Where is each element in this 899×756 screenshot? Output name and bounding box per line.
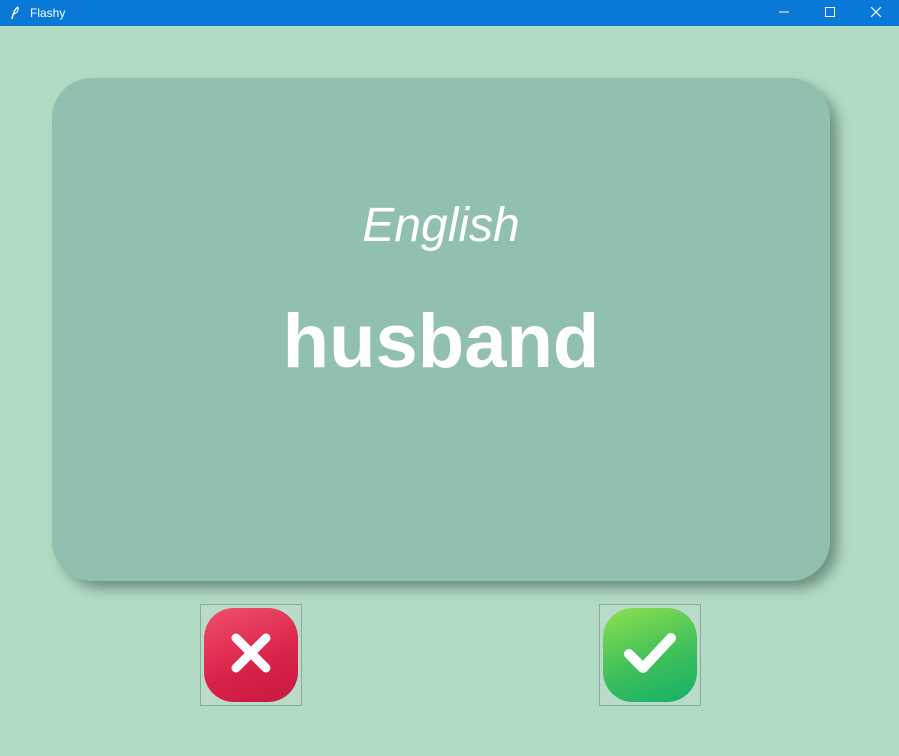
maximize-icon — [825, 4, 835, 22]
close-button[interactable] — [853, 0, 899, 26]
maximize-button[interactable] — [807, 0, 853, 26]
right-button-face — [603, 608, 697, 702]
close-icon — [870, 4, 882, 22]
checkmark-icon — [621, 628, 679, 683]
title-bar[interactable]: Flashy — [0, 0, 899, 26]
flashcard: English husband — [52, 78, 830, 581]
right-button[interactable] — [599, 604, 701, 706]
window-title: Flashy — [30, 6, 66, 20]
card-word: husband — [282, 299, 600, 384]
wrong-button[interactable] — [200, 604, 302, 706]
app-window: Flashy English husband — [0, 0, 899, 756]
feather-icon — [8, 6, 22, 20]
card-language-title: English — [362, 199, 520, 252]
wrong-button-face — [204, 608, 298, 702]
minimize-button[interactable] — [761, 0, 807, 26]
window-controls — [761, 0, 899, 26]
minimize-icon — [779, 4, 789, 22]
cross-icon — [226, 628, 276, 683]
